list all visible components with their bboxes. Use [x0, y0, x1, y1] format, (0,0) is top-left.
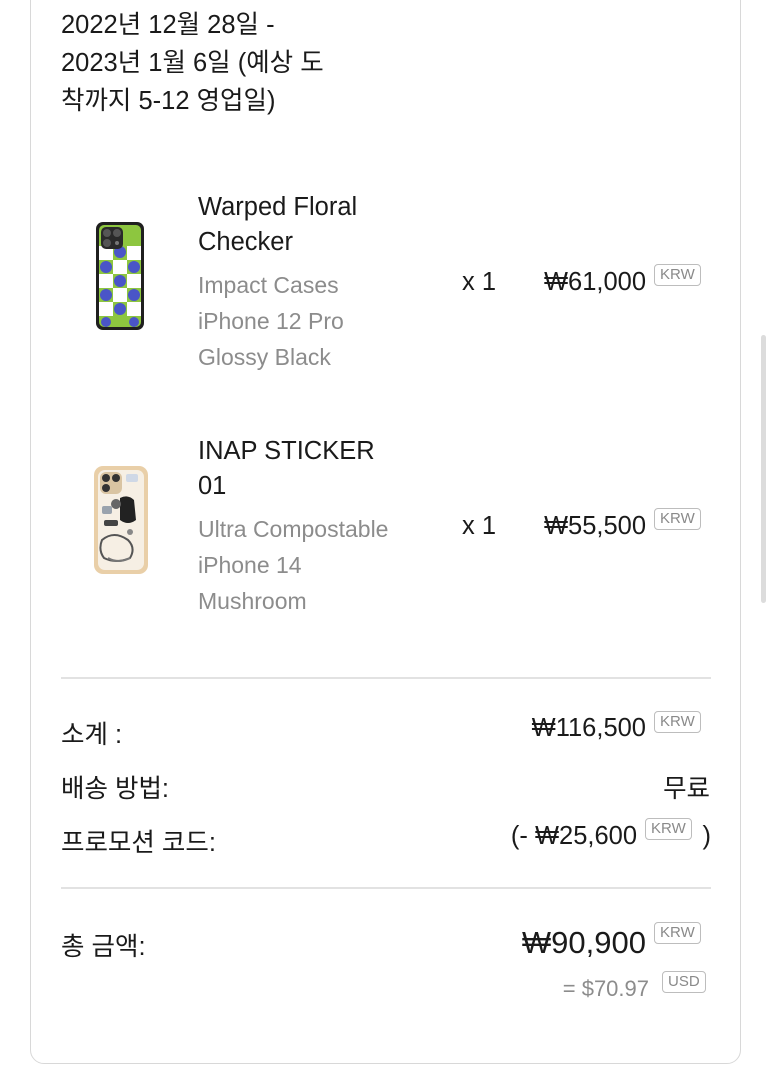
item-options: Impact Cases iPhone 12 Pro Glossy Black — [198, 267, 458, 375]
divider — [61, 887, 711, 889]
shipping-estimate: 2022년 12월 28일 - 2023년 1월 6일 (예상 도 착까지 5-… — [61, 6, 391, 120]
currency-badge: KRW — [654, 711, 701, 733]
divider — [61, 677, 711, 679]
item-title-line: Warped Floral — [198, 193, 358, 221]
subtotal-value: ₩116,500 — [531, 714, 646, 742]
shipping-estimate-line: 2022년 12월 28일 - — [61, 11, 275, 39]
item-title[interactable]: INAP STICKER 01 — [198, 434, 438, 504]
currency-badge: USD — [662, 971, 706, 993]
order-summary-page: 2022년 12월 28일 - 2023년 1월 6일 (예상 도 착까지 5-… — [0, 0, 773, 1080]
promo-amount: ₩25,600 — [534, 822, 637, 850]
item-case-type: Ultra Compostable — [198, 516, 389, 542]
scrollbar-thumb[interactable] — [761, 335, 766, 603]
item-device: iPhone 12 Pro — [198, 308, 344, 334]
promo-prefix: (- — [510, 822, 535, 850]
total-usd-value: = $70.97 — [562, 976, 649, 1001]
subtotal-label: 소계 : — [61, 721, 123, 749]
shipping-method-label: 배송 방법: — [61, 775, 170, 803]
item-quantity: x 1 — [462, 268, 497, 296]
currency-badge: KRW — [654, 264, 701, 286]
shipping-estimate-line: 2023년 1월 6일 (예상 도 — [61, 49, 324, 77]
item-price: ₩61,000 — [543, 268, 646, 296]
currency-badge: KRW — [654, 922, 701, 944]
product-thumbnail-inap-sticker[interactable] — [86, 462, 156, 582]
promo-suffix: ) — [702, 822, 712, 850]
product-thumbnail-warped-floral[interactable] — [86, 218, 156, 338]
item-case-type: Impact Cases — [198, 272, 339, 298]
item-title[interactable]: Warped Floral Checker — [198, 190, 438, 260]
item-title-line: INAP STICKER — [198, 437, 375, 465]
item-title-line: Checker — [198, 228, 293, 256]
total-value: ₩90,900 — [521, 925, 646, 960]
item-options: Ultra Compostable iPhone 14 Mushroom — [198, 511, 458, 619]
item-quantity: x 1 — [462, 512, 497, 540]
currency-badge: KRW — [645, 818, 692, 840]
item-finish: Glossy Black — [198, 344, 331, 370]
item-finish: Mushroom — [198, 588, 307, 614]
item-price: ₩55,500 — [543, 512, 646, 540]
promo-code-label: 프로모션 코드: — [61, 829, 216, 857]
total-label: 총 금액: — [61, 933, 146, 961]
shipping-estimate-line: 착까지 5-12 영업일) — [61, 87, 276, 115]
item-device: iPhone 14 — [198, 552, 302, 578]
currency-badge: KRW — [654, 508, 701, 530]
promo-code-value: (- ₩25,600 — [511, 822, 637, 851]
item-title-line: 01 — [198, 472, 227, 500]
shipping-method-value: 무료 — [663, 775, 710, 803]
